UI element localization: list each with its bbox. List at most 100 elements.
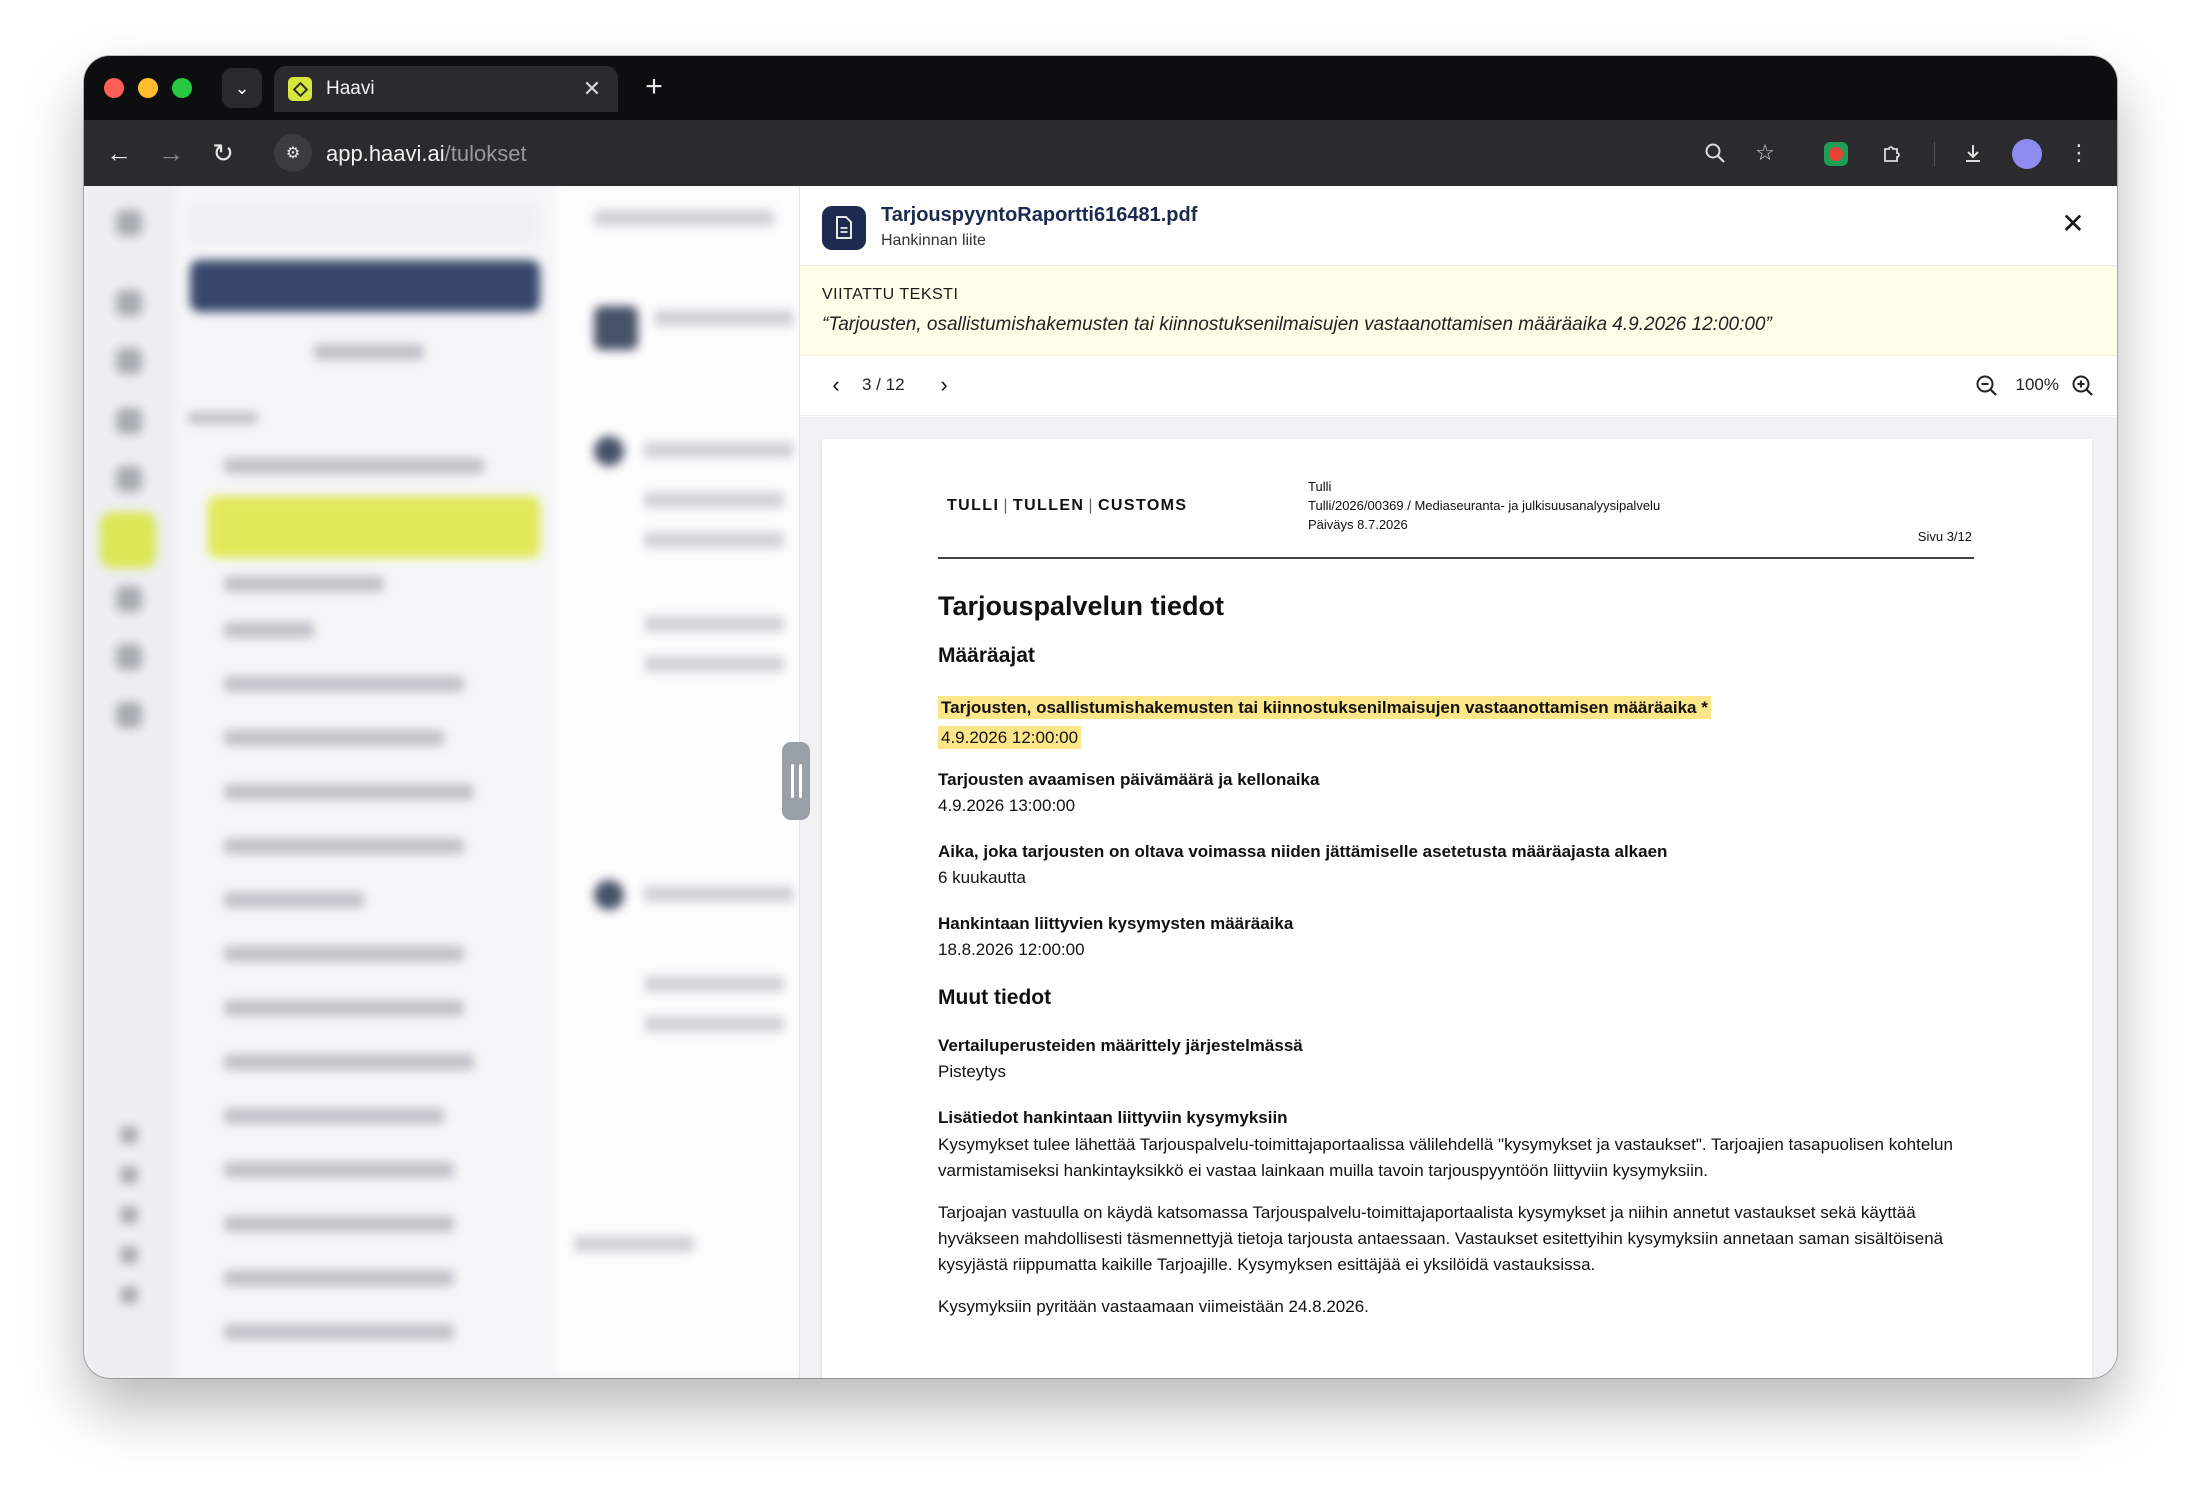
highlighted-value: 4.9.2026 12:00:00 xyxy=(938,726,1082,749)
logo-part: CUSTOMS xyxy=(1097,497,1188,514)
rail-icon[interactable] xyxy=(120,1126,138,1144)
pdf-viewer[interactable]: TULLI | TULLEN | CUSTOMS Tulli Tulli/2026/00… xyxy=(800,417,2117,1378)
reload-button[interactable]: ↻ xyxy=(204,134,242,172)
url-path: /tulokset xyxy=(444,141,527,166)
rail-active-item[interactable] xyxy=(100,512,156,568)
zoom-out-button[interactable] xyxy=(1973,372,2001,400)
meta-reference: Tulli/2026/00369 / Mediaseuranta- ja jul… xyxy=(1308,498,1661,513)
rail-icon[interactable] xyxy=(120,1166,138,1184)
rail-icon[interactable] xyxy=(120,1206,138,1224)
sidebar-line xyxy=(224,946,464,962)
rail-icon[interactable] xyxy=(116,702,142,728)
haavi-favicon-icon xyxy=(288,77,312,101)
meta-org: Tulli xyxy=(1308,479,1332,494)
zoom-level: 100% xyxy=(2015,375,2059,394)
qa-paragraph: Kysymyksiin pyritään vastaamaan viimeist… xyxy=(938,1297,1369,1316)
zoom-in-button[interactable] xyxy=(2069,372,2097,400)
url-text[interactable]: app.haavi.ai/tulokset xyxy=(326,141,527,167)
file-subtitle: Hankinnan liite xyxy=(881,232,986,249)
tab-bar: ⌄ Haavi ✕ + xyxy=(84,56,2117,120)
download-icon[interactable] xyxy=(1954,134,1992,172)
minimize-window-button[interactable] xyxy=(138,78,158,98)
sidebar-toggle-icon[interactable] xyxy=(116,210,142,236)
browser-window: ⌄ Haavi ✕ + ← → ↻ ⚙ app.haavi.ai/tulokse… xyxy=(84,56,2117,1378)
close-preview-button[interactable]: ✕ xyxy=(2057,208,2089,240)
rail-icon[interactable] xyxy=(116,466,142,492)
mid-line xyxy=(594,210,774,226)
sidebar-line xyxy=(224,892,364,908)
item-value: 6 kuukautta xyxy=(938,868,1026,887)
section-heading-other: Muut tiedot xyxy=(938,986,1052,1009)
back-button[interactable]: ← xyxy=(100,134,138,172)
pdf-page: TULLI | TULLEN | CUSTOMS Tulli Tulli/2026/00… xyxy=(822,439,2092,1378)
zoom-out-icon xyxy=(1976,375,1997,396)
logo-part: TULLI xyxy=(947,497,1000,514)
sidebar-line xyxy=(188,412,258,424)
sidebar-line xyxy=(224,1324,454,1340)
extensions-puzzle-icon[interactable] xyxy=(1874,134,1912,172)
qa-item: Lisätiedot hankintaan liittyviin kysymyk… xyxy=(938,1108,1978,1320)
logo-part: TULLEN xyxy=(1012,497,1085,514)
sidebar-line xyxy=(224,622,314,638)
rail-icon[interactable] xyxy=(120,1286,138,1304)
rail-icon[interactable] xyxy=(116,586,142,612)
mid-line xyxy=(644,886,794,902)
sidebar-search[interactable] xyxy=(188,204,538,244)
previous-page-button[interactable]: ‹ xyxy=(822,372,850,400)
item-label: Hankintaan liittyvien kysymysten määräai… xyxy=(938,914,1294,933)
close-tab-icon[interactable]: ✕ xyxy=(580,76,604,102)
meta-date: Päiväys 8.7.2026 xyxy=(1308,517,1408,532)
mid-line xyxy=(644,442,794,458)
document-body: Tarjouspalvelun tiedot Määräajat Tarjous… xyxy=(938,591,1978,1320)
tab-search-button[interactable]: ⌄ xyxy=(222,68,262,108)
panel-resize-handle[interactable] xyxy=(782,742,810,820)
cited-text-box: VIITATTU TEKSTI “Tarjousten, osallistumi… xyxy=(800,266,2117,356)
deadline-item: Hankintaan liittyvien kysymysten määräai… xyxy=(938,914,1978,960)
item-value: 4.9.2026 13:00:00 xyxy=(938,796,1076,815)
rail-icon[interactable] xyxy=(116,348,142,374)
other-item: Vertailuperusteiden määrittely järjestel… xyxy=(938,1036,1978,1082)
more-menu-icon[interactable]: ⋮ xyxy=(2060,134,2098,172)
mid-line xyxy=(644,492,784,508)
sidebar-line xyxy=(224,1000,464,1016)
forward-button[interactable]: → xyxy=(152,134,190,172)
new-tab-button[interactable]: + xyxy=(636,70,672,106)
browser-tab-active[interactable]: Haavi ✕ xyxy=(274,66,618,112)
mid-line xyxy=(644,532,784,548)
tab-title: Haavi xyxy=(326,78,375,99)
document-page-number: Sivu 3/12 xyxy=(1917,529,1972,544)
sidebar-line xyxy=(224,730,444,746)
document-title: Tarjouspalvelun tiedot xyxy=(938,591,1225,621)
maximize-window-button[interactable] xyxy=(172,78,192,98)
item-label: Aika, joka tarjousten on oltava voimassa… xyxy=(938,842,1668,861)
qa-label: Lisätiedot hankintaan liittyviin kysymyk… xyxy=(938,1108,1288,1127)
browser-toolbar: ← → ↻ ⚙ app.haavi.ai/tulokset ☆ ⋮ xyxy=(84,120,2117,186)
rail-icon[interactable] xyxy=(120,1246,138,1264)
results-column xyxy=(554,186,804,1378)
rail-icon[interactable] xyxy=(116,644,142,670)
zoom-page-icon[interactable] xyxy=(1696,134,1734,172)
address-bar[interactable]: ⚙ app.haavi.ai/tulokset xyxy=(270,130,2000,176)
cited-text: “Tarjousten, osallistumishakemusten tai … xyxy=(822,314,1772,335)
item-value: 18.8.2026 12:00:00 xyxy=(938,940,1085,959)
item-label: Vertailuperusteiden määrittely järjestel… xyxy=(938,1036,1303,1055)
sidebar-line xyxy=(224,576,384,592)
file-name: TarjouspyyntoRaportti616481.pdf xyxy=(881,204,1198,226)
zoom-in-icon xyxy=(2072,375,2093,396)
qa-paragraph: Kysymykset tulee lähettää Tarjouspalvelu… xyxy=(938,1135,1953,1180)
close-window-button[interactable] xyxy=(104,78,124,98)
mid-avatar xyxy=(594,306,638,350)
sidebar-line xyxy=(224,784,474,800)
mid-avatar xyxy=(594,880,624,910)
toolbar-divider xyxy=(1934,142,1935,166)
bookmark-star-icon[interactable]: ☆ xyxy=(1746,134,1784,172)
new-project-button[interactable] xyxy=(190,260,540,312)
extension-icon[interactable] xyxy=(1824,142,1848,166)
sidebar-selected-item[interactable] xyxy=(208,496,540,558)
profile-avatar[interactable] xyxy=(2012,139,2042,169)
item-value: Pisteytys xyxy=(938,1062,1007,1081)
rail-icon[interactable] xyxy=(116,408,142,434)
site-settings-icon[interactable]: ⚙ xyxy=(274,134,312,172)
rail-icon[interactable] xyxy=(116,290,142,316)
next-page-button[interactable]: › xyxy=(930,372,958,400)
